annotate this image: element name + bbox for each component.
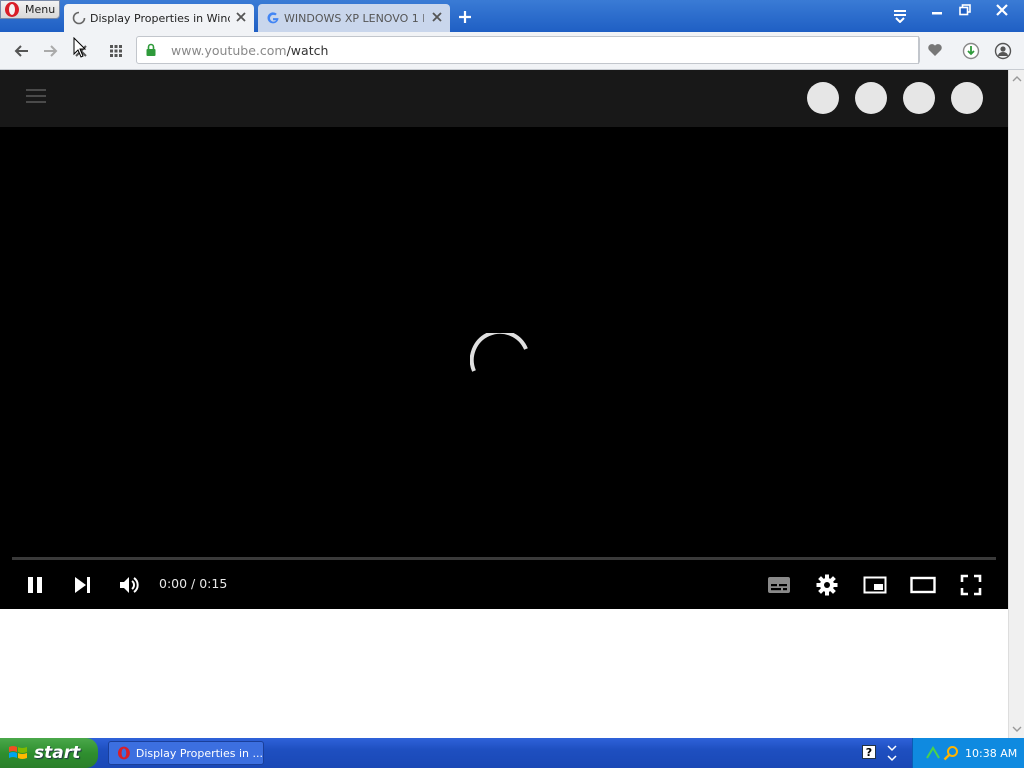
network-icon[interactable] (925, 746, 941, 760)
youtube-header (0, 70, 1008, 127)
menu-label: Menu (25, 3, 56, 16)
tab-title: WINDOWS XP LENOVO 1 DO (284, 11, 424, 25)
forward-icon[interactable] (40, 40, 62, 62)
system-tray: 10:38 AM (912, 738, 1024, 768)
tab-display-properties[interactable]: Display Properties in Windows (64, 4, 254, 32)
windows-flag-icon (9, 746, 27, 759)
taskbar-window-title: Display Properties in ... (135, 746, 263, 760)
miniplayer-icon[interactable] (861, 573, 889, 597)
opera-menu-button[interactable]: Menu (0, 0, 60, 19)
browser-titlebar: Menu Display Properties in Windows WINDO… (0, 0, 1024, 32)
header-placeholder-icon[interactable] (855, 82, 887, 114)
hamburger-menu-icon[interactable] (26, 89, 46, 105)
time-display: 0:00 / 0:15 (159, 576, 228, 591)
minimize-button[interactable] (924, 0, 950, 20)
settings-gear-icon[interactable] (813, 573, 841, 597)
lock-icon (146, 43, 156, 56)
new-tab-plus-icon[interactable] (456, 8, 474, 26)
header-placeholder-icon[interactable] (951, 82, 983, 114)
help-icon[interactable]: ? (862, 745, 876, 759)
loading-spinner-icon (72, 11, 86, 25)
theater-mode-icon[interactable] (909, 573, 937, 597)
tray-expand-icon[interactable] (886, 744, 898, 762)
start-button[interactable]: start (0, 738, 98, 768)
tab-title: Display Properties in Windows (90, 11, 230, 25)
taskbar: start Display Properties in ... ? 10:38 … (0, 738, 1024, 768)
buffering-spinner-icon (470, 333, 528, 372)
account-icon[interactable] (992, 40, 1014, 62)
video-player[interactable]: 0:00 / 0:15 (0, 127, 1008, 609)
download-icon[interactable] (960, 40, 982, 62)
url-host: www.youtube.com (171, 42, 287, 58)
tab-windows-xp-lenovo[interactable]: WINDOWS XP LENOVO 1 DO (258, 4, 450, 32)
video-progress-bar[interactable] (12, 557, 996, 560)
clock: 10:38 AM (965, 746, 1018, 760)
opera-logo-icon (5, 2, 19, 17)
close-tab-icon[interactable] (430, 10, 444, 24)
scroll-up-arrow-icon[interactable] (1012, 74, 1022, 84)
fullscreen-icon[interactable] (957, 573, 985, 597)
header-placeholder-icon[interactable] (807, 82, 839, 114)
url-field[interactable]: www.youtube.com/watch (136, 36, 920, 64)
bookmark-heart-icon[interactable] (918, 36, 950, 64)
opera-logo-icon (117, 746, 130, 760)
back-icon[interactable] (10, 40, 32, 62)
close-window-button[interactable] (982, 0, 1022, 20)
address-bar: www.youtube.com/watch (0, 32, 1024, 70)
subtitles-icon[interactable] (765, 573, 793, 597)
next-video-icon[interactable] (68, 573, 96, 597)
close-tab-icon[interactable] (234, 10, 248, 24)
url-path: /watch (286, 42, 329, 58)
scroll-down-arrow-icon[interactable] (1012, 724, 1022, 734)
page-content: 0:00 / 0:15 (0, 70, 1008, 738)
mouse-cursor-icon (73, 37, 87, 58)
speed-dial-grid-icon[interactable] (105, 40, 127, 62)
pause-icon[interactable] (21, 573, 49, 597)
svg-text:?: ? (866, 746, 872, 759)
volume-icon[interactable] (115, 573, 143, 597)
restore-button[interactable] (952, 0, 978, 20)
start-label: start (34, 743, 81, 763)
tab-menu-icon[interactable] (890, 6, 910, 26)
url-text: www.youtube.com/watch (171, 43, 328, 58)
google-icon (267, 12, 279, 24)
vertical-scrollbar[interactable] (1008, 70, 1024, 738)
header-placeholder-icon[interactable] (903, 82, 935, 114)
search-icon[interactable] (943, 745, 959, 761)
taskbar-window-button[interactable]: Display Properties in ... (108, 741, 264, 765)
